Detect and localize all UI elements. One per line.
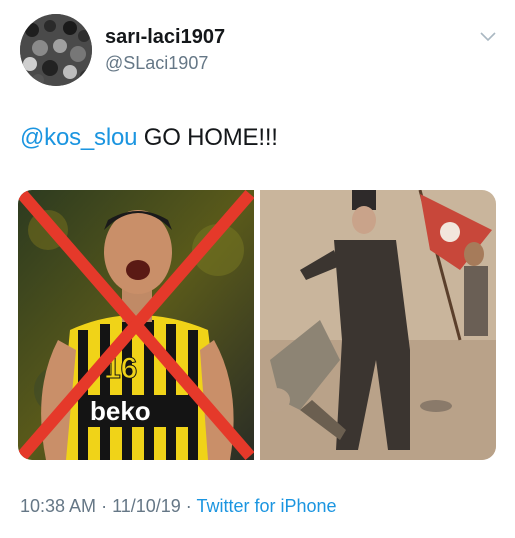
separator: · [180, 496, 197, 516]
media-grid: 16 beko [18, 190, 496, 460]
tweet-date[interactable]: 11/10/19 [112, 496, 181, 516]
tweet-text: @kos_slou GO HOME!!! [20, 124, 278, 152]
tweet-metadata: 10:38 AM · 11/10/19 · Twitter for iPhone [20, 496, 337, 517]
tweet-body-text: GO HOME!!! [137, 124, 278, 151]
media-image-right[interactable] [260, 190, 496, 460]
user-handle[interactable]: @SLaci1907 [105, 53, 208, 74]
tweet-card: sarı-laci1907 @SLaci1907 @kos_slou GO HO… [0, 0, 515, 538]
avatar[interactable] [20, 14, 92, 86]
media-image-left[interactable]: 16 beko [18, 190, 255, 460]
sponsor-text: beko [90, 396, 151, 426]
tweet-source-link[interactable]: Twitter for iPhone [196, 496, 336, 516]
separator: · [96, 496, 113, 516]
avatar-image [20, 14, 92, 86]
chevron-down-icon[interactable] [480, 32, 496, 42]
mention-link[interactable]: @kos_slou [20, 124, 137, 151]
display-name[interactable]: sarı-laci1907 [105, 26, 225, 49]
tweet-time[interactable]: 10:38 AM [20, 496, 96, 516]
